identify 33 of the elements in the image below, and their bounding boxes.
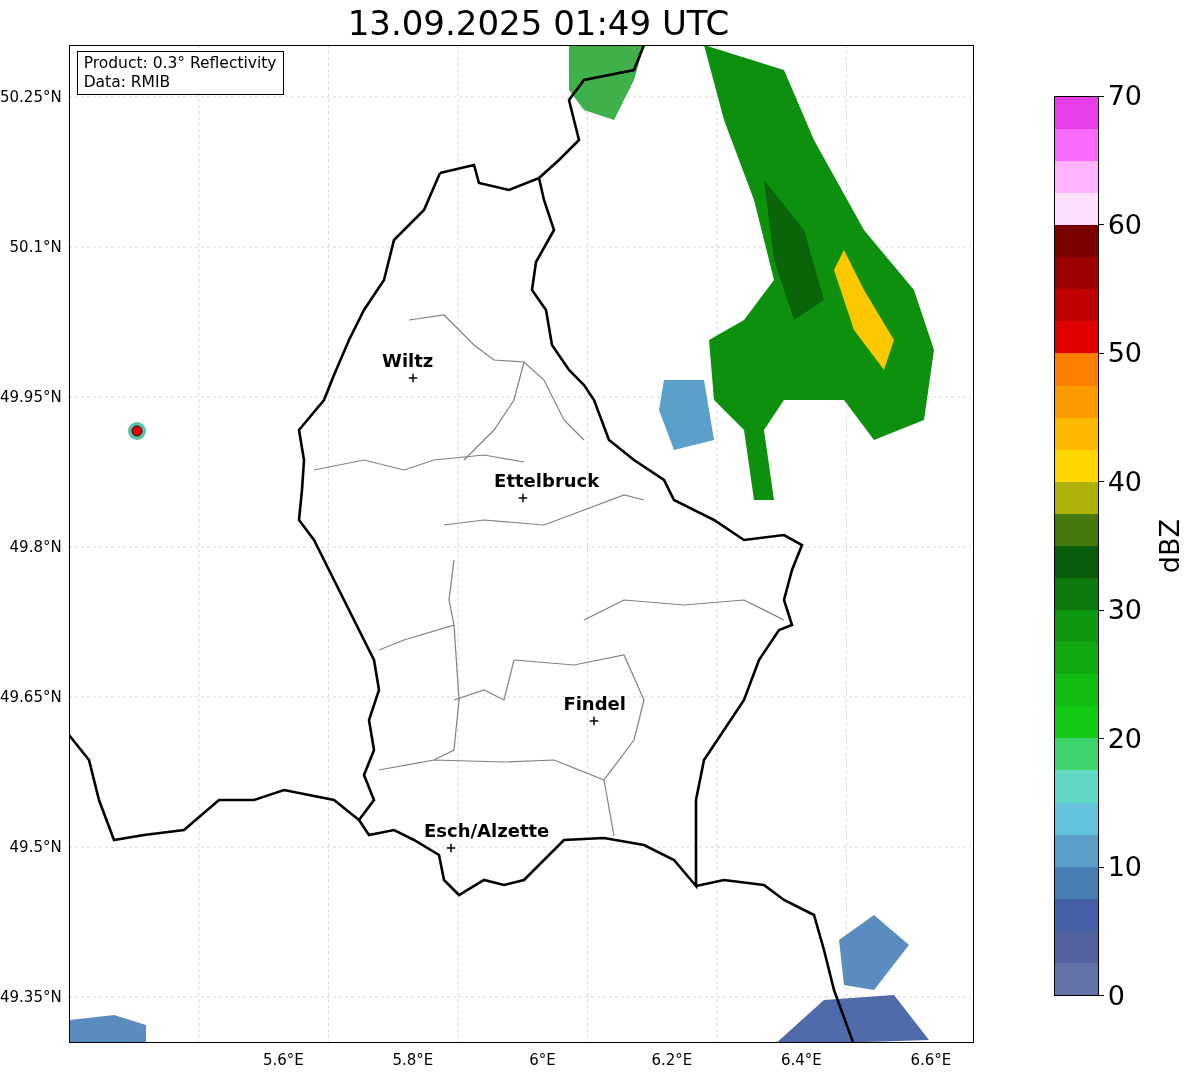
colorbar-label: dBZ [1154,518,1184,574]
axis-tick-label: 5.6°E [262,1050,305,1069]
colorbar-tick-label: 60 [1107,209,1143,240]
cross-marker-icon [408,373,418,383]
axis-tick-label: 49.35°N [0,987,63,1007]
cross-marker-icon [518,493,528,503]
place-label: Ettelbruck [494,470,600,492]
info-text: Data: RMIB [83,73,172,92]
axis-tick-label: 50.25°N [0,87,63,107]
axis-tick-label: 6°E [528,1050,557,1069]
axis-tick-label: 49.65°N [0,687,63,707]
colorbar-tick-label: 0 [1107,980,1125,1011]
axis-tick-label: 6.2°E [650,1050,694,1069]
axis-tick-label: 50.1°N [9,237,63,257]
axis-tick-label: 5.8°E [391,1050,435,1069]
colorbar-tick-label: 20 [1107,723,1143,754]
chart-title: 13.09.2025 01:49 UTC [346,1,731,45]
place-label: Esch/Alzette [424,820,550,842]
info-text: Product: 0.3° Reflectivity [83,54,277,73]
cross-marker-icon [446,843,456,853]
colorbar-tick-label: 30 [1107,595,1143,626]
axis-tick-label: 6.4°E [780,1050,823,1069]
place-label: Wiltz [382,350,434,372]
cross-marker-icon [589,716,599,726]
axis-tick-label: 49.95°N [0,387,63,407]
colorbar-tick-label: 70 [1107,81,1143,111]
colorbar-tick-label: 10 [1107,852,1143,883]
colorbar-tick-label: 50 [1107,338,1143,369]
axis-tick-label: 49.8°N [9,537,63,557]
axis-tick-label: 6.6°E [909,1050,953,1069]
axis-tick-label: 49.5°N [9,837,63,857]
place-label: Findel [563,693,626,715]
colorbar-tick-label: 40 [1107,466,1143,497]
